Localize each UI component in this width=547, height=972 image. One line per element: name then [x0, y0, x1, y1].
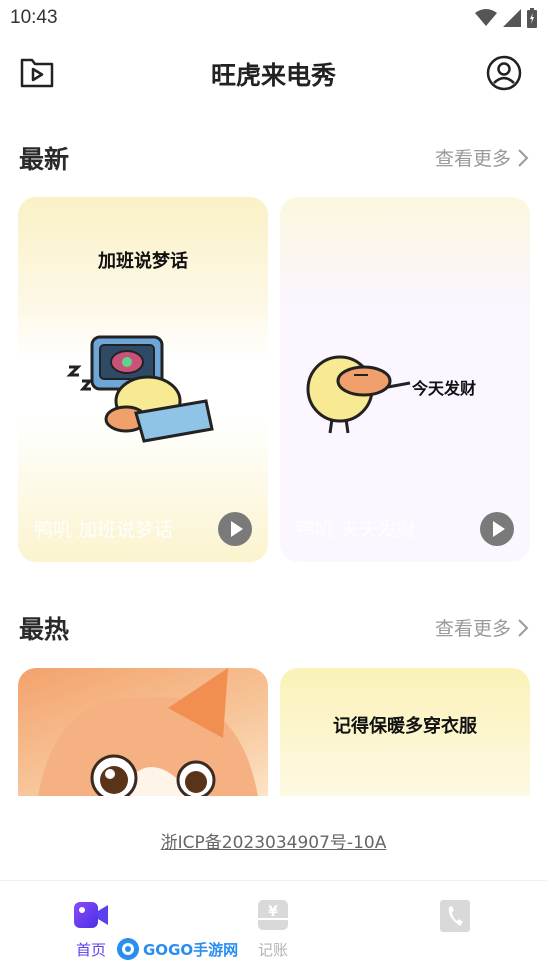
watermark-text: GOGO手游网 — [143, 940, 239, 959]
chevron-right-icon — [518, 148, 529, 167]
watermark-emblem-icon — [117, 938, 139, 960]
see-more-label: 查看更多 — [434, 148, 511, 170]
play-button[interactable] — [480, 512, 514, 546]
battery-icon — [527, 8, 537, 28]
sticker-text: 今天发财 — [412, 379, 477, 398]
ringtone-card[interactable]: 记得保暖多穿衣服 — [280, 668, 530, 796]
app-bar: 旺虎来电秀 — [0, 38, 547, 108]
video-camera-icon — [74, 902, 108, 928]
icp-link[interactable]: 浙ICP备2023034907号-10A — [0, 828, 547, 853]
section-hot-header: 最热 查看更多 — [0, 606, 547, 646]
icp-footer: 浙ICP备2023034907号-10A — [0, 796, 547, 880]
sticker-text: 加班说梦话 — [98, 251, 188, 272]
bottom-tab-bar: 首页 ¥ 记账 GOGO手游网 — [0, 880, 547, 972]
see-more-label: 查看更多 — [434, 618, 511, 640]
ledger-icon: ¥ — [258, 900, 288, 930]
card-caption: 鸭叽 加班说梦话 — [34, 519, 174, 541]
page-title: 旺虎来电秀 — [210, 61, 336, 90]
sleeping-duck-illustration — [66, 335, 214, 443]
profile-button[interactable] — [485, 54, 523, 92]
card-caption: 鸭叽 天天发财 — [296, 519, 417, 541]
sticker-text: 记得保暖多穿衣服 — [333, 716, 477, 737]
ringtone-card[interactable]: 加班说梦话 鸭叽 加班说梦话 — [18, 197, 268, 562]
ringtone-card[interactable] — [18, 668, 268, 796]
watermark-logo: GOGO手游网 — [116, 937, 238, 961]
see-more-link[interactable]: 查看更多 — [435, 614, 529, 641]
play-button[interactable] — [218, 512, 252, 546]
wifi-icon — [475, 9, 497, 26]
section-latest-header: 最新 查看更多 — [0, 136, 547, 176]
signal-icon — [503, 9, 521, 27]
section-title: 最热 — [19, 615, 70, 644]
kitten-illustration — [38, 668, 258, 796]
status-icons — [475, 8, 537, 28]
ringtone-card[interactable]: 今天发财 鸭叽 天天发财 — [280, 197, 530, 562]
duck-illustration — [306, 355, 411, 434]
tab-phone[interactable] — [420, 899, 490, 941]
svg-text:¥: ¥ — [268, 904, 278, 920]
chevron-right-icon — [518, 618, 529, 637]
user-icon — [486, 55, 522, 91]
status-bar: 10:43 — [0, 0, 547, 38]
tab-bookkeeping-label: 记账 — [257, 941, 288, 959]
see-more-link[interactable]: 查看更多 — [435, 144, 529, 171]
tab-bookkeeping[interactable]: ¥ 记账 — [238, 899, 308, 960]
phone-icon — [440, 900, 470, 932]
status-time: 10:43 — [10, 7, 58, 28]
section-title: 最新 — [19, 145, 70, 174]
